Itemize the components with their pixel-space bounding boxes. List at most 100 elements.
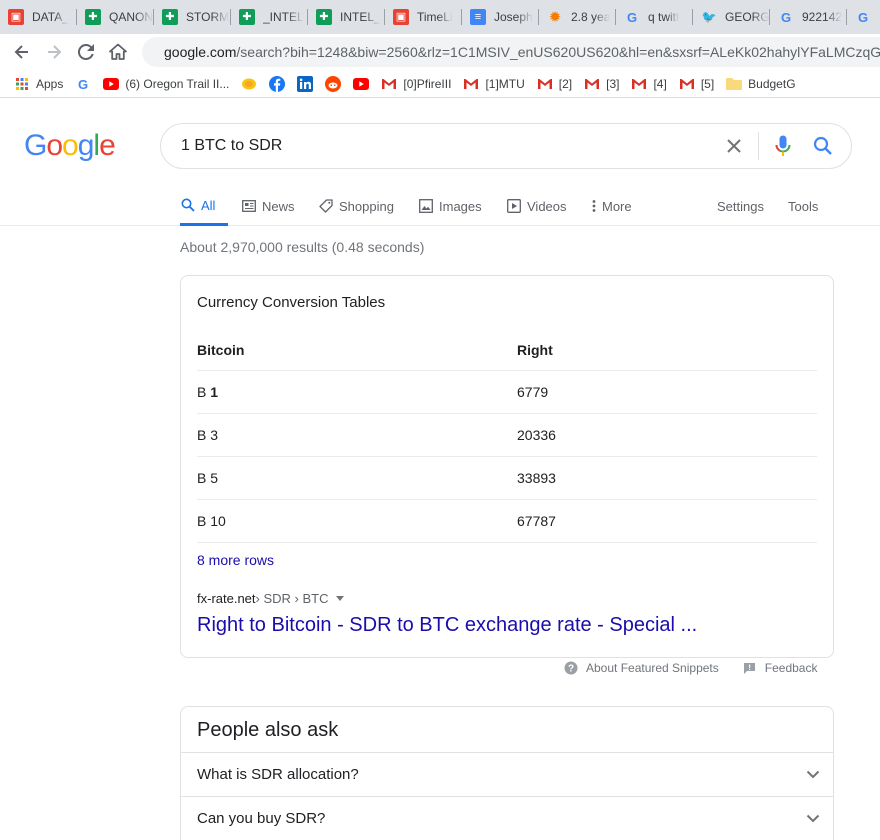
microphone-icon — [775, 135, 791, 156]
sheets-icon: ✚ — [316, 9, 332, 25]
forward-button[interactable] — [38, 36, 70, 68]
google-logo[interactable]: Google — [24, 129, 116, 163]
bookmark-item[interactable] — [347, 72, 375, 96]
settings-link[interactable]: Settings — [717, 187, 764, 225]
bookmark-item[interactable] — [235, 72, 263, 96]
tab-shopping[interactable]: Shopping — [318, 187, 394, 225]
feedback-link[interactable]: Feedback — [765, 661, 818, 675]
bitcoin-amount-cell: B 3 — [197, 427, 218, 443]
table-divider — [197, 542, 817, 543]
gmail-icon — [463, 76, 479, 92]
voice-search-button[interactable] — [763, 126, 803, 166]
sdr-value-cell: 6779 — [517, 384, 549, 400]
browser-tab-label: TimeLi — [417, 10, 453, 24]
browser-tab[interactable]: ✚ _INTEL — [231, 0, 308, 34]
paa-question[interactable]: What is SDR allocation? — [181, 752, 833, 796]
browser-tab[interactable]: ≡ Joseph — [462, 0, 539, 34]
tab-news[interactable]: News — [241, 187, 295, 225]
chevron-down-icon — [793, 799, 833, 839]
bookmark-item[interactable]: [5] — [673, 72, 720, 96]
svg-text:G: G — [78, 77, 88, 91]
chevron-down-icon — [793, 755, 833, 795]
search-button[interactable] — [803, 126, 843, 166]
reload-button[interactable] — [70, 36, 102, 68]
browser-tab-label: _INTEL — [263, 10, 304, 24]
svg-text:?: ? — [568, 664, 574, 675]
tools-label: Tools — [788, 198, 819, 214]
search-input[interactable]: 1 BTC to SDR — [181, 137, 714, 155]
tab-more[interactable]: More — [590, 187, 632, 225]
paa-question-text: What is SDR allocation? — [197, 766, 359, 783]
bookmark-label: [5] — [700, 76, 715, 91]
bookmark-label: Apps — [36, 76, 64, 91]
bookmark-item[interactable]: G — [69, 72, 97, 96]
bookmark-item[interactable]: (6) Oregon Trail II... — [97, 72, 235, 96]
tab-videos[interactable]: Videos — [506, 187, 567, 225]
clear-search-button[interactable] — [714, 126, 754, 166]
table-row: B 1 6779 — [197, 370, 817, 413]
sdr-value-cell: 33893 — [517, 470, 556, 486]
browser-tab[interactable]: GI — [847, 0, 880, 34]
logo-letter: o — [62, 129, 79, 162]
browser-tab[interactable]: ▣ DATA_ — [0, 0, 77, 34]
address-bar[interactable]: google.com/search?bih=1248&biw=2560&rlz=… — [142, 37, 880, 67]
table-header: Bitcoin Right — [197, 334, 817, 370]
bitcoin-amount: 5 — [210, 470, 219, 486]
more-rows-link[interactable]: 8 more rows — [197, 552, 274, 568]
logo-letter: e — [99, 129, 116, 162]
browser-tab[interactable]: ▣ TimeLi — [385, 0, 462, 34]
bookmark-item[interactable]: BudgetG — [720, 72, 801, 96]
home-button[interactable] — [102, 36, 134, 68]
browser-tab-label: GEORG — [725, 10, 770, 24]
bookmark-item[interactable]: [0]PfireIII — [375, 72, 457, 96]
tab-images[interactable]: Images — [418, 187, 482, 225]
bookmark-item[interactable]: [1]MTU — [457, 72, 530, 96]
browser-tab[interactable]: ✚ INTEL_ — [308, 0, 385, 34]
bookmark-item[interactable] — [319, 72, 347, 96]
caret-down-icon[interactable] — [336, 596, 345, 601]
browser-tab-strip: ▣ DATA_ ✚ QANON ✚ STORM ✚ _INTEL ✚ INTEL_ ▣ TimeLi ≡… — [0, 0, 880, 34]
browser-tab[interactable]: ✚ STORM — [154, 0, 231, 34]
back-button[interactable] — [6, 36, 38, 68]
gmail-icon — [631, 76, 647, 92]
browser-tab-label: 922142 — [802, 10, 843, 24]
bookmark-item[interactable] — [291, 72, 319, 96]
paa-question[interactable]: Can you buy SDR? — [181, 796, 833, 840]
bookmark-item[interactable] — [263, 72, 291, 96]
column-header-bitcoin: Bitcoin — [197, 342, 245, 358]
tools-link[interactable]: Tools — [788, 187, 818, 225]
browser-tab[interactable]: 🐦 GEORG — [693, 0, 770, 34]
people-also-ask: People also ask What is SDR allocation? C… — [180, 706, 834, 840]
docs-icon: ≡ — [470, 9, 486, 25]
browser-tab[interactable]: G 922142 — [770, 0, 847, 34]
more-vertical-icon — [590, 198, 598, 214]
logo-letter: o — [46, 129, 63, 162]
browser-tab[interactable]: ✚ QANON — [77, 0, 154, 34]
bookmark-item[interactable]: Apps — [0, 72, 69, 96]
bitcoin-amount-cell: B 5 — [197, 470, 218, 486]
gmail-icon — [679, 76, 695, 92]
bookmark-item[interactable]: [4] — [625, 72, 672, 96]
source-host: fx-rate.net — [197, 591, 256, 606]
arrow-right-icon — [48, 45, 62, 59]
browser-tab[interactable]: Gq twitt — [616, 0, 693, 34]
sdr-value-cell: 67787 — [517, 513, 556, 529]
search-box[interactable]: 1 BTC to SDR — [160, 123, 852, 169]
apps-grid-icon — [14, 76, 30, 92]
bookmark-item[interactable]: [3] — [578, 72, 625, 96]
bitcoin-symbol: B — [197, 427, 211, 443]
search-divider — [758, 132, 759, 160]
bookmark-item[interactable]: [2] — [531, 72, 578, 96]
youtube-icon — [353, 76, 370, 92]
browser-tab-label: STORM — [186, 10, 230, 24]
tab-all[interactable]: All — [180, 187, 228, 226]
browser-tab-label: QANON — [109, 10, 154, 24]
bookmark-label: [4] — [653, 76, 667, 91]
table-row: B 5 33893 — [197, 456, 817, 499]
result-title-link[interactable]: Right to Bitcoin - SDR to BTC exchange r… — [197, 614, 697, 637]
browser-tab[interactable]: ✹ 2.8 yea — [539, 0, 616, 34]
gmail-icon — [381, 76, 397, 92]
about-snippets-link[interactable]: About Featured Snippets — [586, 661, 719, 675]
paa-question-text: Can you buy SDR? — [197, 810, 326, 827]
search-tabs: All News Shopping Images Videos More Set… — [0, 187, 880, 226]
